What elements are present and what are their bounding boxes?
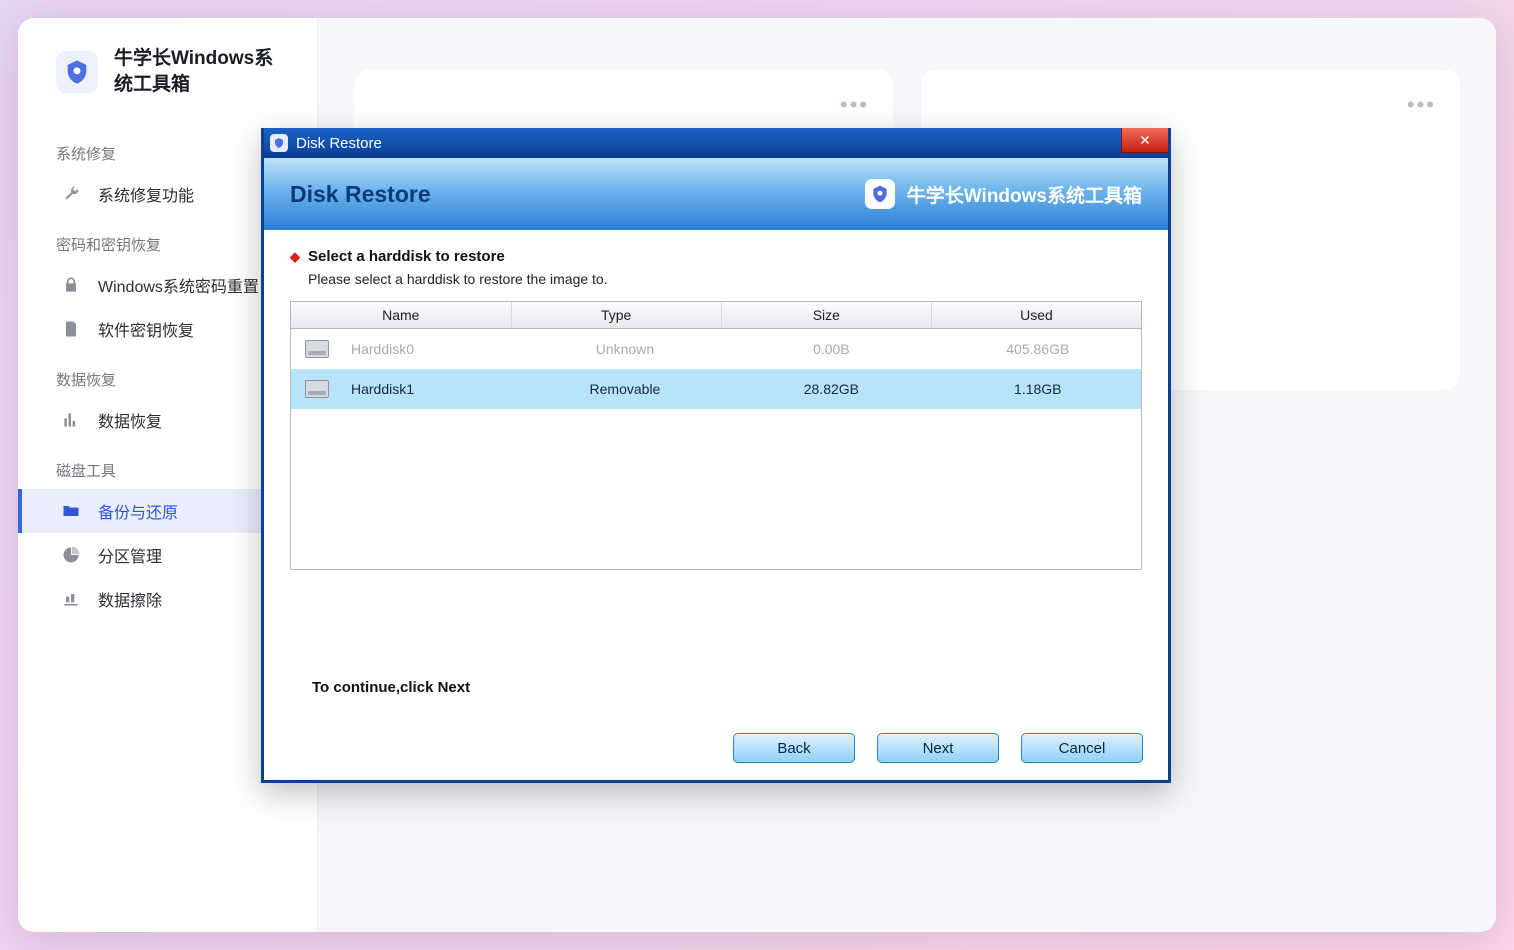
- back-button[interactable]: Back: [733, 733, 855, 763]
- brand-title: 牛学长Windows系 统工具箱: [114, 46, 273, 97]
- table-header: Name Type Size Used: [291, 302, 1141, 329]
- lock-icon: [60, 274, 82, 296]
- cell-size: 0.00B: [728, 341, 934, 357]
- dialog-title-icon: [270, 134, 288, 152]
- disk-table: Name Type Size Used Harddisk0 Unknown 0.…: [290, 301, 1142, 570]
- nav-label: 备份与还原: [98, 499, 178, 523]
- brand-icon: [56, 51, 98, 93]
- cell-size: 28.82GB: [728, 381, 934, 397]
- nav-label: 系统修复功能: [98, 182, 194, 206]
- dialog-body: ◆ Select a harddisk to restore Please se…: [264, 230, 1168, 570]
- key-doc-icon: [60, 318, 82, 340]
- dialog-header: Disk Restore 牛学长Windows系统工具箱: [264, 158, 1168, 230]
- cell-name: Harddisk0: [351, 341, 414, 357]
- cell-used: 1.18GB: [935, 381, 1141, 397]
- dialog-close-button[interactable]: [1121, 128, 1168, 153]
- table-row[interactable]: Harddisk0 Unknown 0.00B 405.86GB: [291, 329, 1141, 369]
- col-name[interactable]: Name: [291, 302, 512, 328]
- table-body: Harddisk0 Unknown 0.00B 405.86GB Harddis…: [291, 329, 1141, 569]
- cell-type: Unknown: [522, 341, 728, 357]
- cell-name: Harddisk1: [351, 381, 414, 397]
- dialog-header-title: Disk Restore: [290, 181, 431, 208]
- next-button[interactable]: Next: [877, 733, 999, 763]
- dialog-title: Disk Restore: [296, 135, 382, 152]
- dialog-footer: Back Next Cancel: [267, 719, 1165, 777]
- disk-icon: [305, 380, 329, 398]
- card-more-icon[interactable]: •••: [840, 92, 869, 118]
- step-heading: ◆ Select a harddisk to restore: [290, 248, 1142, 265]
- card-more-icon[interactable]: •••: [1407, 92, 1436, 118]
- app-window: 牛学长Windows系 统工具箱 系统修复 系统修复功能 密码和密钥恢复 Win…: [18, 18, 1496, 932]
- col-size[interactable]: Size: [722, 302, 932, 328]
- bars-icon: [60, 409, 82, 431]
- step-subtitle: Please select a harddisk to restore the …: [290, 265, 1142, 301]
- folder-icon: [60, 500, 82, 522]
- nav-label: 分区管理: [98, 543, 162, 567]
- eraser-icon: [60, 588, 82, 610]
- table-row[interactable]: Harddisk1 Removable 28.82GB 1.18GB: [291, 369, 1141, 409]
- nav-label: 软件密钥恢复: [98, 317, 194, 341]
- nav-label: 数据恢复: [98, 408, 162, 432]
- continue-hint: To continue,click Next: [312, 679, 470, 696]
- cell-type: Removable: [522, 381, 728, 397]
- brand-icon: [865, 179, 895, 209]
- disk-icon: [305, 340, 329, 358]
- nav-label: Windows系统密码重置: [98, 273, 259, 297]
- diamond-icon: ◆: [290, 249, 300, 265]
- cancel-button[interactable]: Cancel: [1021, 733, 1143, 763]
- brand-title-line1: 牛学长Windows系: [114, 46, 273, 72]
- step-title: Select a harddisk to restore: [308, 248, 505, 265]
- nav-label: 数据擦除: [98, 587, 162, 611]
- disk-restore-dialog: Disk Restore Disk Restore 牛学长Windows系统工具…: [261, 128, 1171, 783]
- dialog-header-brand-text: 牛学长Windows系统工具箱: [907, 181, 1142, 208]
- col-used[interactable]: Used: [932, 302, 1141, 328]
- cell-used: 405.86GB: [935, 341, 1141, 357]
- dialog-header-brand: 牛学长Windows系统工具箱: [865, 179, 1142, 209]
- wrench-icon: [60, 183, 82, 205]
- col-type[interactable]: Type: [512, 302, 722, 328]
- dialog-titlebar[interactable]: Disk Restore: [264, 128, 1168, 158]
- pie-icon: [60, 544, 82, 566]
- brand: 牛学长Windows系 统工具箱: [18, 46, 317, 125]
- brand-title-line2: 统工具箱: [114, 72, 273, 98]
